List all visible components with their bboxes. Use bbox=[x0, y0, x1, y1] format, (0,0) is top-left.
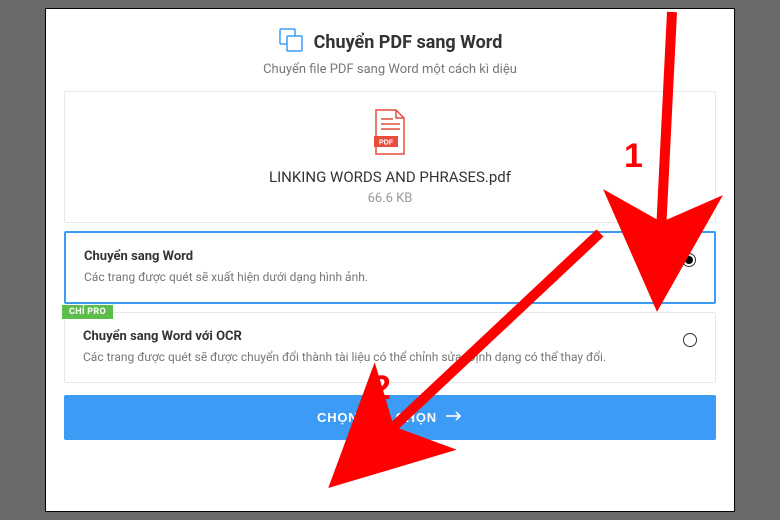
option-convert-word[interactable]: Chuyển sang Word Các trang được quét sẽ … bbox=[64, 231, 716, 304]
option-text: Chuyển sang Word với OCR Các trang được … bbox=[83, 329, 683, 366]
svg-text:PDF: PDF bbox=[379, 140, 394, 147]
cta-label: CHỌN TÙY CHỌN bbox=[317, 410, 437, 425]
convert-icon bbox=[278, 27, 304, 57]
header: Chuyển PDF sang Word Chuyển file PDF san… bbox=[64, 27, 716, 77]
choose-option-button[interactable]: CHỌN TÙY CHỌN bbox=[64, 395, 716, 440]
page-subtitle: Chuyển file PDF sang Word một cách kì di… bbox=[64, 62, 716, 77]
app-panel: Chuyển PDF sang Word Chuyển file PDF san… bbox=[45, 8, 735, 512]
option-title: Chuyển sang Word với OCR bbox=[83, 329, 663, 344]
option-convert-word-ocr[interactable]: CHỈ PRO Chuyển sang Word với OCR Các tra… bbox=[64, 312, 716, 383]
title-row: Chuyển PDF sang Word bbox=[64, 27, 716, 57]
option-desc: Các trang được quét sẽ xuất hiện dưới dạ… bbox=[84, 268, 662, 286]
option-title: Chuyển sang Word bbox=[84, 249, 662, 264]
pro-badge: CHỈ PRO bbox=[62, 305, 113, 319]
option-desc: Các trang được quét sẽ được chuyển đổi t… bbox=[83, 348, 663, 366]
file-name: LINKING WORDS AND PHRASES.pdf bbox=[65, 168, 715, 186]
file-card: PDF LINKING WORDS AND PHRASES.pdf 66.6 K… bbox=[64, 91, 716, 223]
option-text: Chuyển sang Word Các trang được quét sẽ … bbox=[84, 249, 682, 286]
file-size: 66.6 KB bbox=[65, 191, 715, 206]
arrow-right-icon bbox=[445, 410, 463, 425]
pdf-file-icon: PDF bbox=[65, 108, 715, 160]
page-title: Chuyển PDF sang Word bbox=[314, 32, 503, 53]
radio-icon[interactable] bbox=[682, 253, 696, 267]
radio-icon[interactable] bbox=[683, 333, 697, 347]
